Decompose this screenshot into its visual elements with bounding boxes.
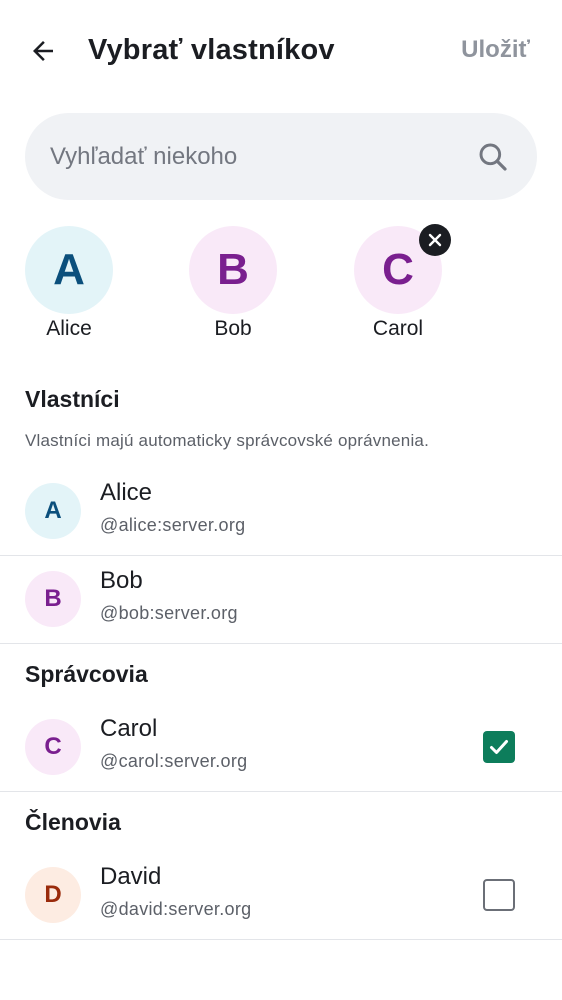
list-item[interactable]: C Carol @carol:server.org: [0, 704, 562, 792]
selected-user-name: Carol: [372, 317, 424, 340]
divider: [0, 791, 562, 792]
avatar: A: [25, 226, 113, 314]
check-icon: [490, 740, 508, 754]
member-id: @carol:server.org: [100, 751, 248, 771]
member-name: Alice: [100, 479, 153, 506]
list-item[interactable]: B Bob @bob:server.org: [0, 556, 562, 644]
selected-user-chip[interactable]: C Carol: [333, 224, 463, 348]
checkbox-unchecked[interactable]: [483, 879, 515, 911]
search-bar[interactable]: [25, 113, 537, 200]
member-id: @david:server.org: [100, 899, 252, 919]
save-button[interactable]: Uložiť: [461, 34, 530, 66]
arrow-left-icon: [33, 41, 53, 61]
member-name: David: [100, 863, 162, 890]
section-title-admins: Správcovia: [25, 661, 148, 687]
section-description-owners: Vlastníci majú automaticky správcovské o…: [25, 431, 430, 450]
top-app-bar: Vybrať vlastníkov Uložiť: [0, 0, 562, 100]
member-name: Carol: [100, 715, 158, 742]
search-input[interactable]: [50, 113, 470, 200]
selected-users: A Alice B Bob C Carol: [0, 224, 562, 348]
divider: [0, 643, 562, 644]
selected-user-chip[interactable]: B Bob: [168, 224, 298, 348]
section-title-members: Členovia: [25, 809, 121, 835]
checkbox-checked[interactable]: [483, 731, 515, 763]
divider: [0, 939, 562, 940]
avatar: B: [189, 226, 277, 314]
avatar: C: [25, 719, 81, 775]
page-title: Vybrať vlastníkov: [88, 34, 335, 66]
list-item[interactable]: D David @david:server.org: [0, 852, 562, 940]
member-name: Bob: [100, 567, 143, 594]
selected-user-name: Bob: [214, 317, 252, 340]
close-icon: [428, 233, 442, 247]
member-id: @bob:server.org: [100, 603, 238, 623]
member-id: @alice:server.org: [100, 515, 246, 535]
search-icon[interactable]: [477, 141, 509, 173]
avatar: D: [25, 867, 81, 923]
section-title-owners: Vlastníci: [25, 386, 120, 412]
avatar: A: [25, 483, 81, 539]
avatar: B: [25, 571, 81, 627]
back-button[interactable]: [22, 30, 64, 72]
remove-user-button[interactable]: [419, 224, 451, 256]
list-item[interactable]: A Alice @alice:server.org: [0, 468, 562, 556]
selected-user-name: Alice: [46, 317, 92, 340]
selected-user-chip[interactable]: A Alice: [4, 224, 134, 348]
